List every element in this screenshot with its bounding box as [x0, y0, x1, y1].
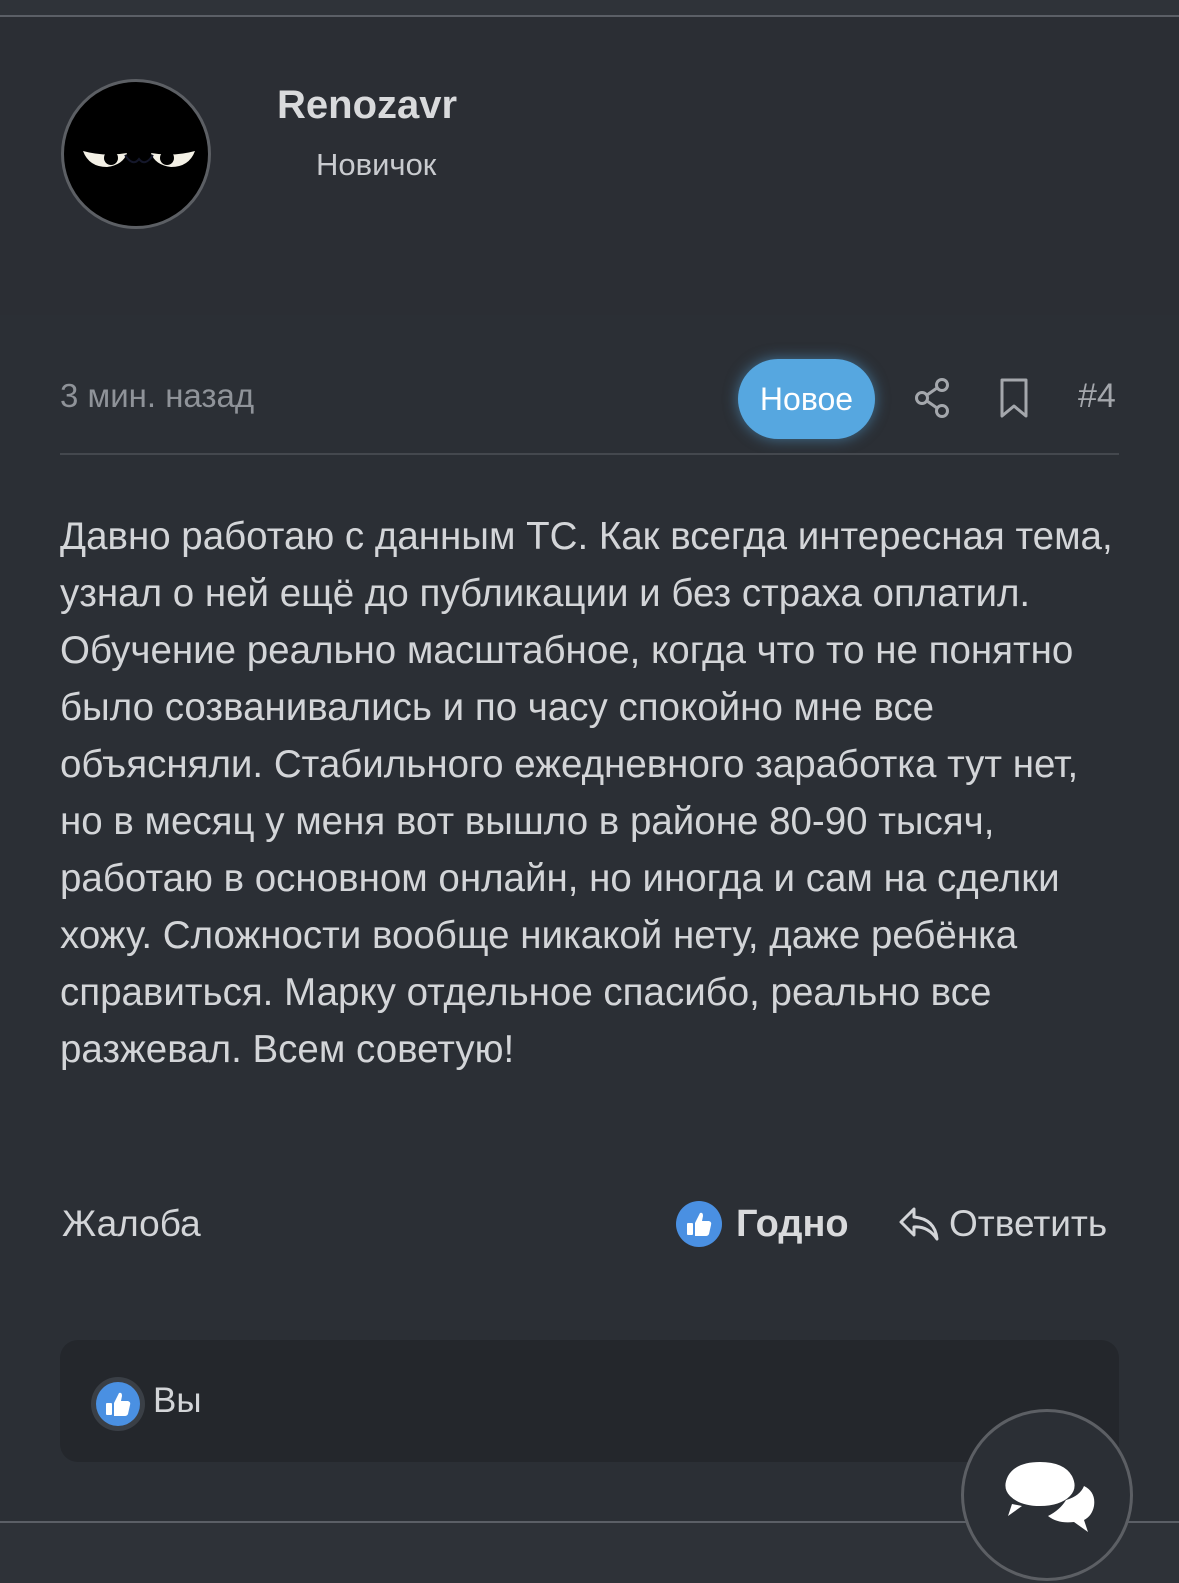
- chat-bubbles-icon: [1005, 1462, 1095, 1532]
- post-meta: 3 мин. назад Новое #4: [60, 359, 1119, 459]
- chat-button[interactable]: [961, 1409, 1133, 1581]
- angry-eyes-icon: [83, 151, 195, 167]
- post-number[interactable]: #4: [1078, 377, 1116, 416]
- post-time[interactable]: 3 мин. назад: [60, 377, 254, 415]
- avatar[interactable]: [61, 79, 211, 229]
- reply-label: Ответить: [949, 1203, 1108, 1244]
- user-header: Renozavr Новичок: [0, 17, 1179, 315]
- post: 3 мин. назад Новое #4 Давно работаю с да…: [0, 315, 1179, 1522]
- like-label: Годно: [736, 1203, 849, 1245]
- new-badge: Новое: [738, 359, 875, 439]
- reply-arrow-icon: [899, 1207, 939, 1241]
- bookmark-icon[interactable]: [998, 377, 1030, 419]
- post-actions: Жалоба Годно Ответить: [60, 1195, 1119, 1265]
- reactions-box[interactable]: Вы: [60, 1340, 1119, 1462]
- reaction-user[interactable]: Вы: [153, 1381, 202, 1421]
- username[interactable]: Renozavr: [277, 83, 457, 128]
- share-icon[interactable]: [913, 377, 951, 419]
- meta-divider: [60, 453, 1119, 455]
- report-link[interactable]: Жалоба: [62, 1203, 201, 1245]
- top-strip: [0, 0, 1179, 16]
- post-body: Давно работаю с данным ТС. Как всегда ин…: [60, 515, 1113, 1071]
- thumbs-up-icon: [676, 1201, 722, 1247]
- thumbs-up-icon: [91, 1377, 145, 1431]
- user-title: Новичок: [316, 147, 437, 182]
